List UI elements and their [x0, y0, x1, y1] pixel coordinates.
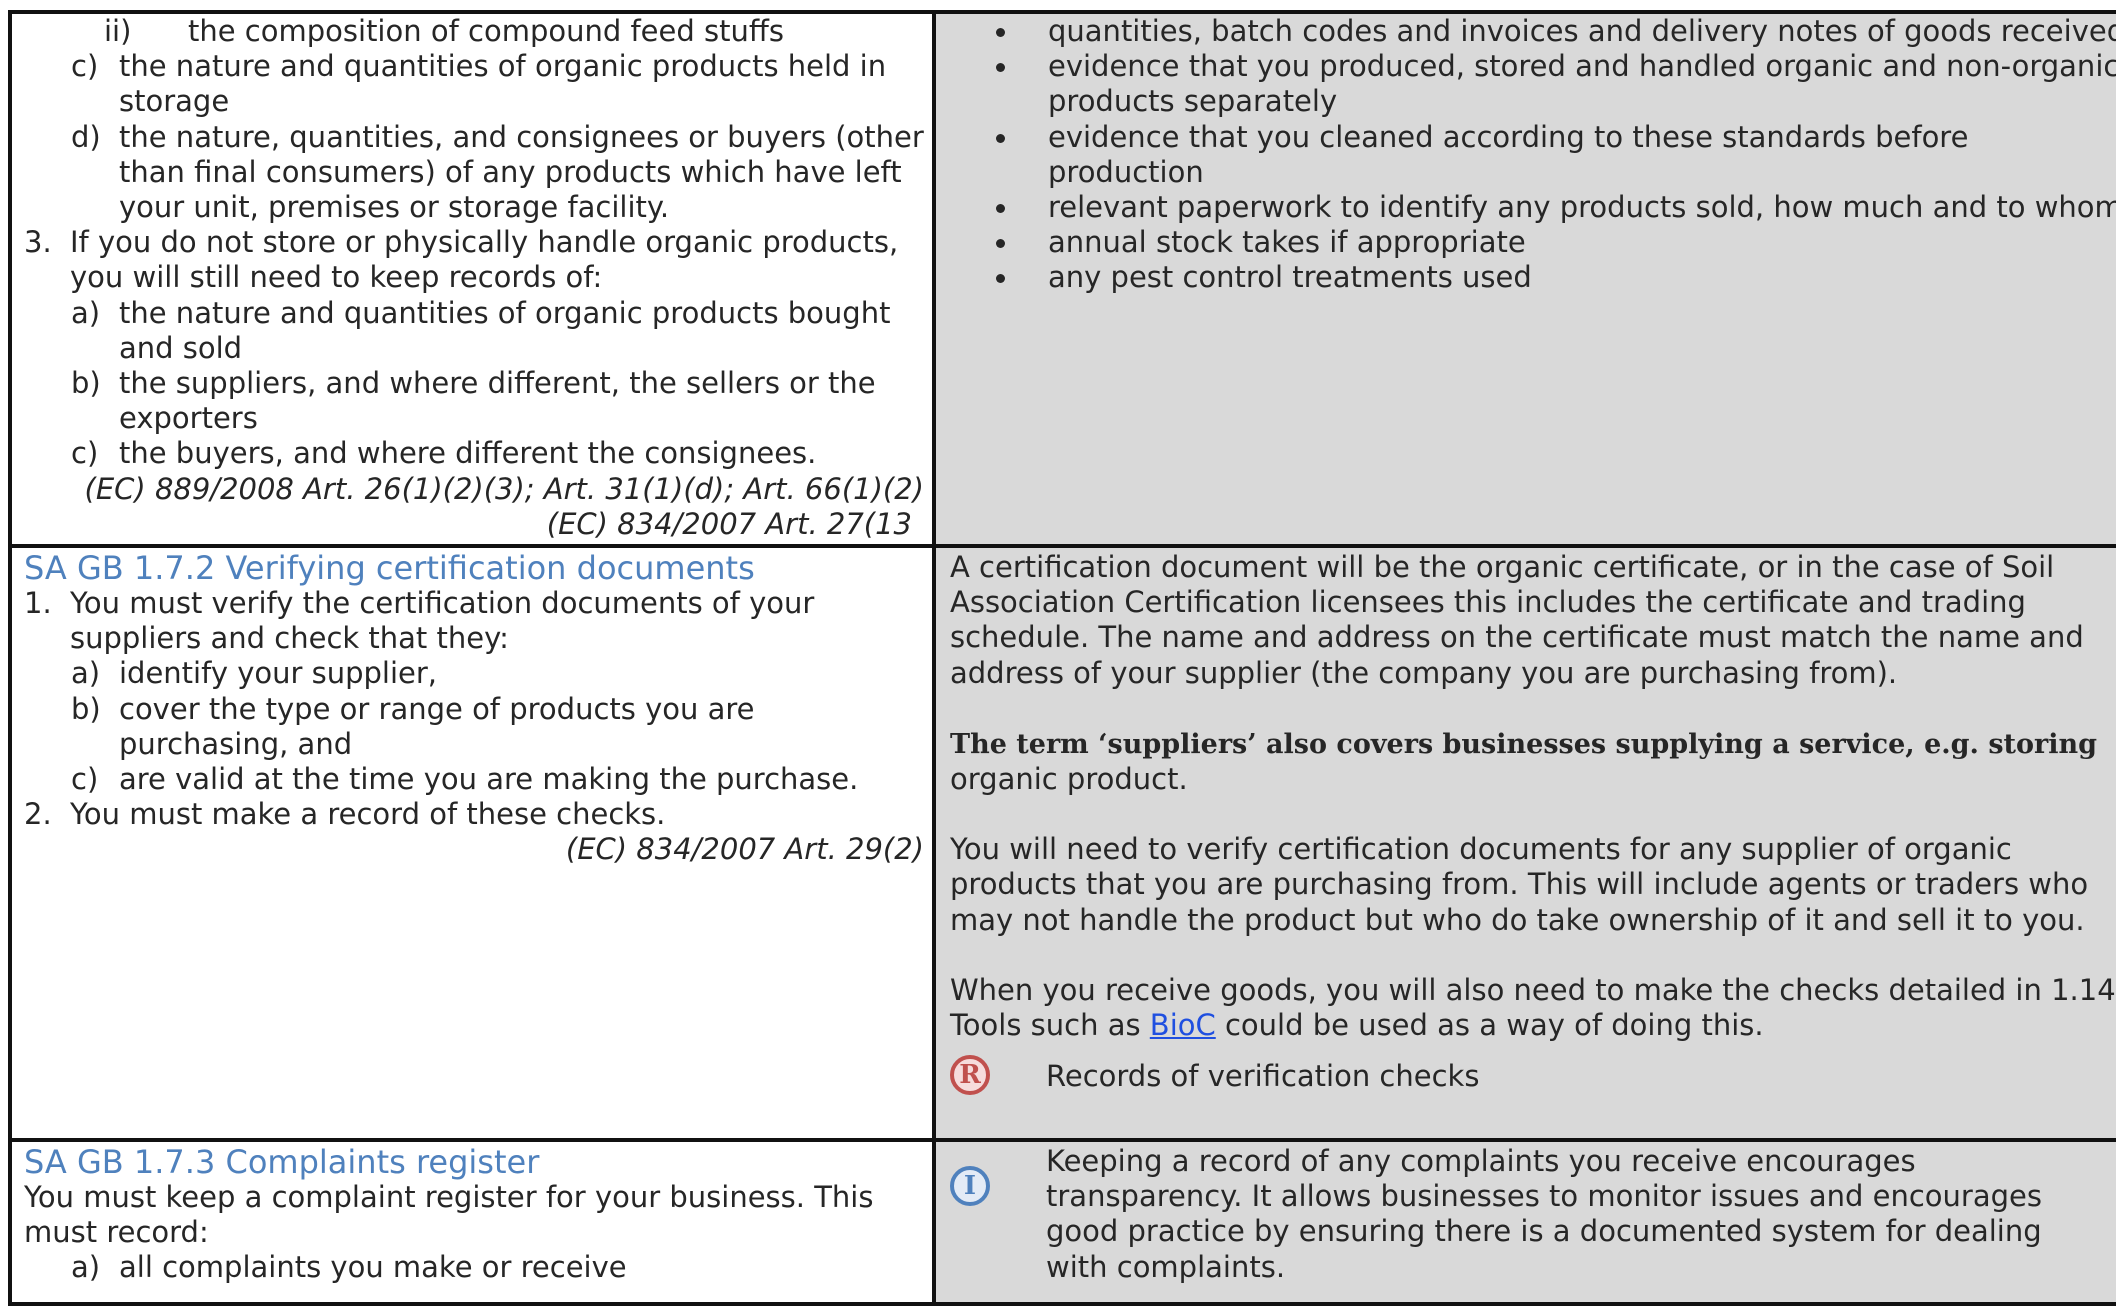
records-required-row: R Records of verification checks — [950, 1055, 2116, 1096]
list-item: c) the buyers, and where different the co… — [24, 436, 934, 471]
requirements-cell: SA GB 1.7.3 Complaints register You must… — [8, 1138, 936, 1306]
list-item: 2. You must make a record of these checks… — [24, 797, 950, 832]
table-row: SA GB 1.7.2 Verifying certification docu… — [8, 544, 2116, 1143]
list-marker: 3. — [24, 225, 52, 260]
list-item-text: the nature, quantities, and consignees o… — [119, 119, 924, 225]
regulation-reference: (EC) 889/2008 Art. 26(1)(2)(3); Art. 31(… — [84, 471, 924, 506]
regulation-reference: (EC) 834/2007 Art. 27(13 — [546, 506, 912, 541]
list-marker: 1. — [24, 586, 52, 621]
requirement-intro: You must keep a complaint register for y… — [24, 1180, 874, 1250]
list-item: 3. If you do not store or physically hand… — [24, 225, 950, 295]
list-item: evidence that you cleaned according to t… — [996, 120, 2116, 190]
list-item: d) the nature, quantities, and consignees… — [24, 120, 934, 226]
guidance-paragraph: When you receive goods, you will also ne… — [950, 972, 2116, 1007]
list-item-text: You must make a record of these checks. — [70, 797, 666, 832]
records-icon: R — [950, 1055, 990, 1096]
table-row: ii) the composition of compound feed stuf… — [8, 9, 2116, 549]
list-marker: d) — [71, 119, 101, 154]
list-item: ii) the composition of compound feed stuf… — [24, 14, 924, 49]
document-page: ii) the composition of compound feed stuf… — [0, 0, 2116, 1306]
list-item-text: the nature and quantities of organic pro… — [119, 49, 887, 119]
list-item-text: the suppliers, and where different, the … — [119, 366, 876, 436]
list-item-text: the buyers, and where different the cons… — [119, 436, 817, 471]
guidance-cell: A certification document will be the org… — [932, 544, 2116, 1143]
list-item: relevant paperwork to identify any produ… — [996, 190, 2116, 225]
records-bullet-list: quantities, batch codes and invoices and… — [948, 14, 2116, 296]
section-heading: SA GB 1.7.3 Complaints register — [24, 1143, 540, 1182]
records-text: Records of verification checks — [1046, 1059, 1480, 1094]
list-item: any pest control treatments used — [996, 260, 2116, 295]
list-item-text: the composition of compound feed stuffs — [188, 14, 784, 48]
list-item-text: all complaints you make or receive — [119, 1250, 627, 1285]
list-item: c) are valid at the time you are making t… — [24, 762, 969, 797]
list-item: c) the nature and quantities of organic p… — [24, 49, 934, 119]
guidance-paragraph-continued: organic product. — [950, 762, 1188, 797]
list-item: evidence that you produced, stored and h… — [996, 49, 2116, 119]
list-item: a) identify your supplier, — [24, 656, 849, 691]
information-row: I Keeping a record of any complaints you… — [950, 1144, 2116, 1285]
list-marker: a) — [71, 1250, 101, 1285]
guidance-cell: quantities, batch codes and invoices and… — [932, 9, 2116, 549]
list-marker: c) — [71, 49, 99, 84]
list-item: 1. You must verify the certification docu… — [24, 586, 950, 656]
information-icon: I — [950, 1166, 990, 1207]
guidance-paragraph-continued: Tools such as BioC could be used as a wa… — [950, 1008, 1764, 1043]
standards-table: ii) the composition of compound feed stuf… — [8, 9, 2116, 1306]
list-marker: 2. — [24, 797, 52, 832]
guidance-paragraph: A certification document will be the org… — [950, 550, 2084, 690]
requirements-cell: ii) the composition of compound feed stuf… — [8, 9, 936, 549]
list-item: b) the suppliers, and where different, th… — [24, 366, 934, 436]
list-item: a) the nature and quantities of organic p… — [24, 296, 934, 366]
list-item-text: are valid at the time you are making the… — [119, 762, 859, 797]
list-item: b) cover the type or range of products yo… — [24, 692, 849, 762]
table-row: SA GB 1.7.3 Complaints register You must… — [8, 1138, 2116, 1306]
guidance-cell: I Keeping a record of any complaints you… — [932, 1138, 2116, 1306]
guidance-paragraph: You will need to verify certification do… — [950, 832, 2089, 937]
list-marker: b) — [71, 366, 101, 401]
requirements-cell: SA GB 1.7.2 Verifying certification docu… — [8, 544, 936, 1143]
regulation-reference: (EC) 834/2007 Art. 29(2) — [565, 832, 924, 867]
information-text: Keeping a record of any complaints you r… — [1046, 1144, 2042, 1284]
section-heading: SA GB 1.7.2 Verifying certification docu… — [24, 549, 755, 588]
list-marker: a) — [71, 656, 101, 691]
list-item-text: You must verify the certification docume… — [70, 586, 815, 656]
list-item-text: cover the type or range of products you … — [119, 691, 755, 761]
list-item: a) all complaints you make or receive — [24, 1250, 924, 1285]
bioc-link[interactable]: BioC — [1150, 1008, 1216, 1042]
list-marker: a) — [71, 295, 101, 330]
list-item-text: If you do not store or physically handle… — [70, 225, 899, 295]
list-item-text: the nature and quantities of organic pro… — [119, 295, 891, 365]
list-marker: b) — [71, 691, 101, 726]
list-item: quantities, batch codes and invoices and… — [996, 14, 2116, 49]
list-marker: ii) — [104, 14, 132, 48]
guidance-paragraph-bold: The term ‘suppliers’ also covers busines… — [950, 728, 2097, 760]
list-item: annual stock takes if appropriate — [996, 225, 2116, 260]
list-item-text: identify your supplier, — [119, 656, 438, 691]
list-marker: c) — [71, 762, 99, 797]
list-marker: c) — [71, 436, 99, 471]
